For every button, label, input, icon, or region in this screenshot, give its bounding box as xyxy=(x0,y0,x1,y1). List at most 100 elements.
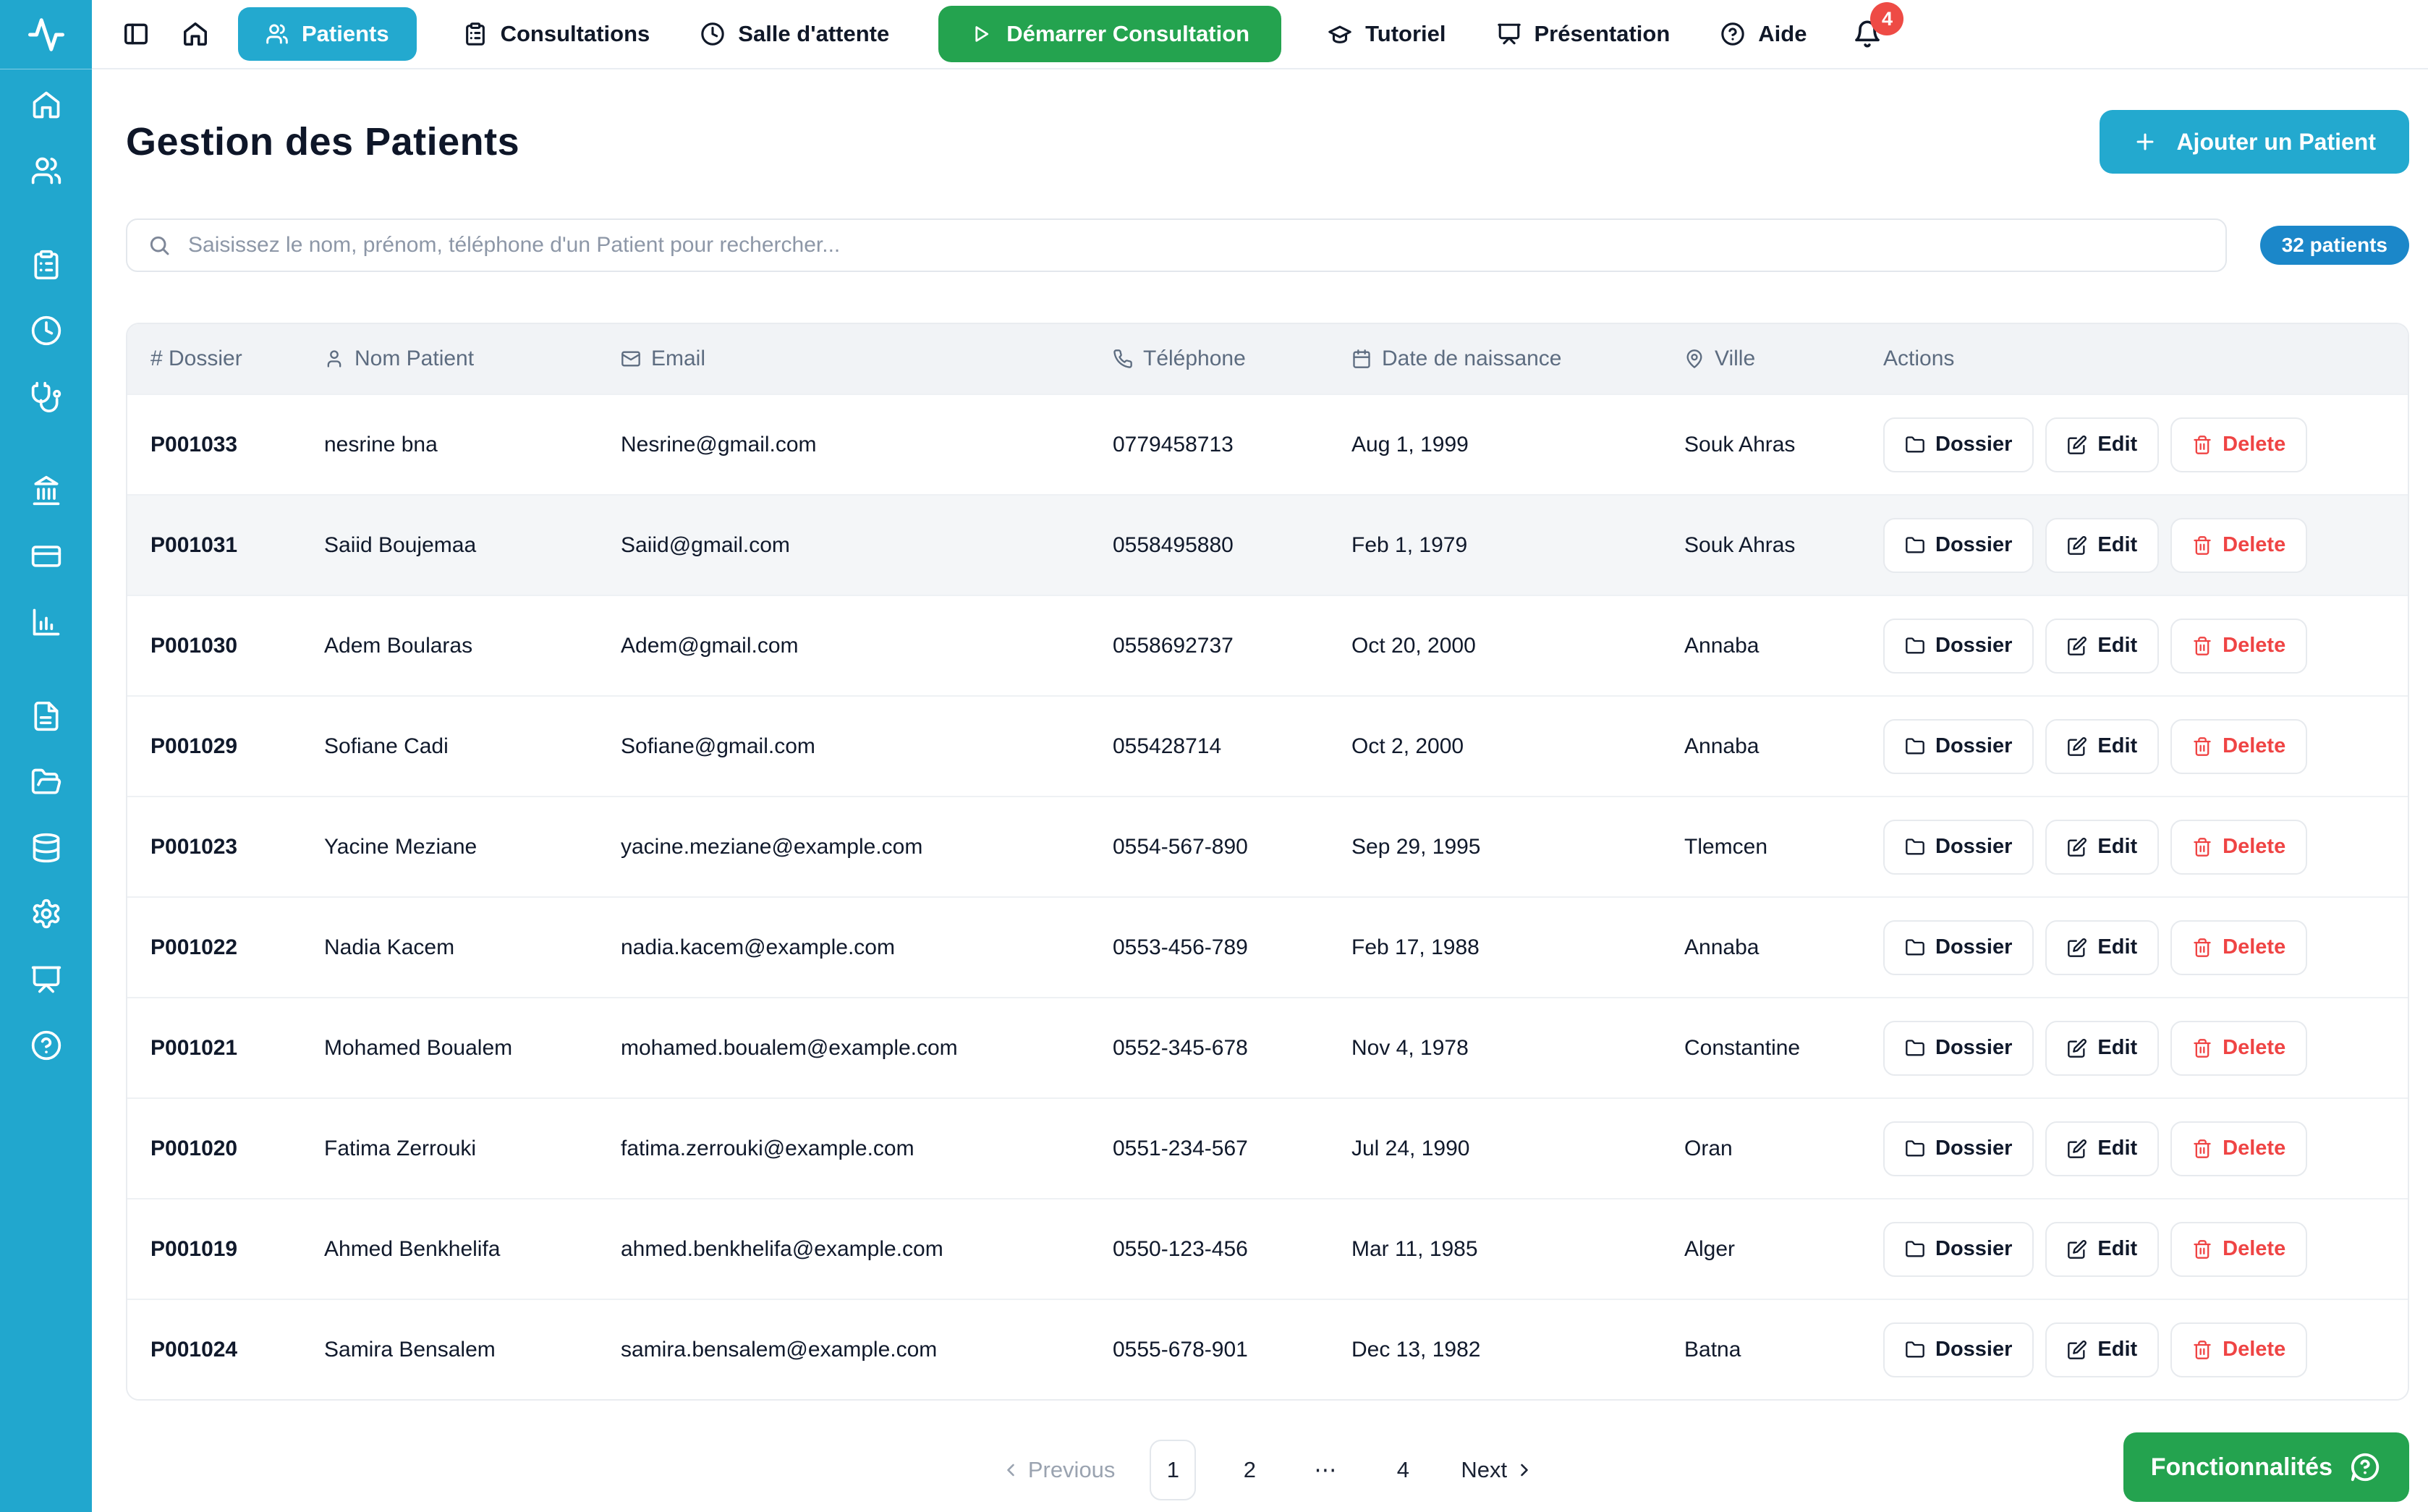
dossier-button[interactable]: Dossier xyxy=(1883,719,2034,774)
sidebar-item-records[interactable] xyxy=(30,765,63,799)
header-dossier: # Dossier xyxy=(127,347,320,371)
cell-telephone: 0779458713 xyxy=(1108,433,1347,457)
tab-waiting-room[interactable]: Salle d'attente xyxy=(696,20,893,48)
cell-date-naissance: Feb 1, 1979 xyxy=(1347,533,1680,558)
sidebar-item-patients[interactable] xyxy=(30,154,63,187)
cell-date-naissance: Dec 13, 1982 xyxy=(1347,1338,1680,1362)
features-button[interactable]: Fonctionnalités xyxy=(2123,1432,2409,1502)
delete-button[interactable]: Delete xyxy=(2170,1021,2307,1076)
cell-nom-patient: Fatima Zerrouki xyxy=(320,1137,616,1161)
cell-date-naissance: Jul 24, 1990 xyxy=(1347,1137,1680,1161)
dossier-button[interactable]: Dossier xyxy=(1883,1021,2034,1076)
trash-icon xyxy=(2192,1038,2212,1058)
sidebar-toggle-button[interactable] xyxy=(122,20,150,48)
edit-button[interactable]: Edit xyxy=(2045,719,2159,774)
delete-button[interactable]: Delete xyxy=(2170,619,2307,674)
edit-button[interactable]: Edit xyxy=(2045,820,2159,875)
chevron-right-icon xyxy=(1514,1460,1535,1480)
pagination-pages: 12⋯4 xyxy=(1150,1440,1426,1500)
trash-icon xyxy=(2192,1340,2212,1360)
pagination-page-1[interactable]: 1 xyxy=(1150,1440,1196,1500)
dossier-button[interactable]: Dossier xyxy=(1883,1222,2034,1277)
presentation-icon xyxy=(30,964,62,995)
sidebar-item-waiting-room[interactable] xyxy=(30,314,63,347)
sidebar-item-finance[interactable] xyxy=(30,474,63,507)
sidebar-item-help[interactable] xyxy=(30,1029,63,1062)
tutorial-button[interactable]: Tutoriel xyxy=(1323,20,1450,48)
delete-button[interactable]: Delete xyxy=(2170,518,2307,573)
folder-icon xyxy=(1905,1139,1925,1159)
credit-card-icon xyxy=(30,540,62,572)
cell-dossier: P001021 xyxy=(127,1036,320,1061)
dossier-button[interactable]: Dossier xyxy=(1883,820,2034,875)
cell-email: fatima.zerrouki@example.com xyxy=(616,1137,1108,1161)
edit-button[interactable]: Edit xyxy=(2045,1322,2159,1377)
dossier-button[interactable]: Dossier xyxy=(1883,1121,2034,1176)
dossier-button[interactable]: Dossier xyxy=(1883,417,2034,472)
trash-icon xyxy=(2192,435,2212,455)
edit-button[interactable]: Edit xyxy=(2045,417,2159,472)
delete-button[interactable]: Delete xyxy=(2170,820,2307,875)
table-row: P001033 nesrine bna Nesrine@gmail.com 07… xyxy=(127,394,2408,494)
sidebar-item-consultations[interactable] xyxy=(30,248,63,281)
delete-button[interactable]: Delete xyxy=(2170,1222,2307,1277)
sidebar-item-settings[interactable] xyxy=(30,897,63,930)
sidebar-item-home[interactable] xyxy=(30,88,63,122)
cell-ville: Annaba xyxy=(1680,935,1879,960)
cell-email: yacine.meziane@example.com xyxy=(616,835,1108,859)
dossier-button[interactable]: Dossier xyxy=(1883,619,2034,674)
edit-button[interactable]: Edit xyxy=(2045,619,2159,674)
main-content: Gestion des Patients Ajouter un Patient … xyxy=(92,69,2428,1512)
delete-button[interactable]: Delete xyxy=(2170,719,2307,774)
table-row: P001021 Mohamed Boualem mohamed.boualem@… xyxy=(127,997,2408,1097)
start-consultation-button[interactable]: Démarrer Consultation xyxy=(938,6,1281,62)
play-icon xyxy=(970,23,992,45)
sidebar-item-consultation[interactable] xyxy=(30,380,63,413)
cell-nom-patient: Adem Boularas xyxy=(320,634,616,658)
edit-button[interactable]: Edit xyxy=(2045,920,2159,975)
cell-telephone: 0551-234-567 xyxy=(1108,1137,1347,1161)
edit-icon xyxy=(2067,938,2087,958)
pagination: Previous 12⋯4 Next xyxy=(996,1440,1539,1500)
pagination-page-2[interactable]: 2 xyxy=(1226,1440,1273,1500)
edit-button[interactable]: Edit xyxy=(2045,1021,2159,1076)
delete-button[interactable]: Delete xyxy=(2170,417,2307,472)
tab-consultations[interactable]: Consultations xyxy=(459,20,655,48)
delete-button[interactable]: Delete xyxy=(2170,1322,2307,1377)
tab-patients[interactable]: Patients xyxy=(238,7,417,61)
pagination-previous-button[interactable]: Previous xyxy=(996,1456,1120,1484)
add-patient-button[interactable]: Ajouter un Patient xyxy=(2100,110,2409,174)
delete-button[interactable]: Delete xyxy=(2170,1121,2307,1176)
folder-icon xyxy=(1905,736,1925,757)
database-icon xyxy=(30,832,62,864)
clipboard-icon xyxy=(30,249,62,281)
edit-button[interactable]: Edit xyxy=(2045,1222,2159,1277)
map-pin-icon xyxy=(1684,349,1705,369)
chevron-left-icon xyxy=(1001,1460,1021,1480)
trash-icon xyxy=(2192,1239,2212,1260)
trash-icon xyxy=(2192,736,2212,757)
help-button[interactable]: Aide xyxy=(1716,20,1811,48)
sidebar-item-payments[interactable] xyxy=(30,540,63,573)
table-row: P001029 Sofiane Cadi Sofiane@gmail.com 0… xyxy=(127,695,2408,796)
search-input[interactable] xyxy=(126,218,2227,272)
dossier-button[interactable]: Dossier xyxy=(1883,1322,2034,1377)
cell-nom-patient: nesrine bna xyxy=(320,433,616,457)
dossier-button[interactable]: Dossier xyxy=(1883,920,2034,975)
sidebar-item-statistics[interactable] xyxy=(30,606,63,639)
sidebar-item-database[interactable] xyxy=(30,831,63,865)
folder-icon xyxy=(1905,837,1925,857)
cell-date-naissance: Aug 1, 1999 xyxy=(1347,433,1680,457)
delete-button[interactable]: Delete xyxy=(2170,920,2307,975)
cell-email: Sofiane@gmail.com xyxy=(616,734,1108,759)
dossier-button[interactable]: Dossier xyxy=(1883,518,2034,573)
pagination-next-button[interactable]: Next xyxy=(1456,1456,1539,1484)
edit-button[interactable]: Edit xyxy=(2045,518,2159,573)
home-button[interactable] xyxy=(182,20,209,48)
pagination-page-4[interactable]: 4 xyxy=(1380,1440,1426,1500)
edit-button[interactable]: Edit xyxy=(2045,1121,2159,1176)
sidebar-item-documents[interactable] xyxy=(30,700,63,733)
presentation-button[interactable]: Présentation xyxy=(1493,20,1675,48)
sidebar-item-presentation[interactable] xyxy=(30,963,63,996)
table-body: P001033 nesrine bna Nesrine@gmail.com 07… xyxy=(127,394,2408,1399)
